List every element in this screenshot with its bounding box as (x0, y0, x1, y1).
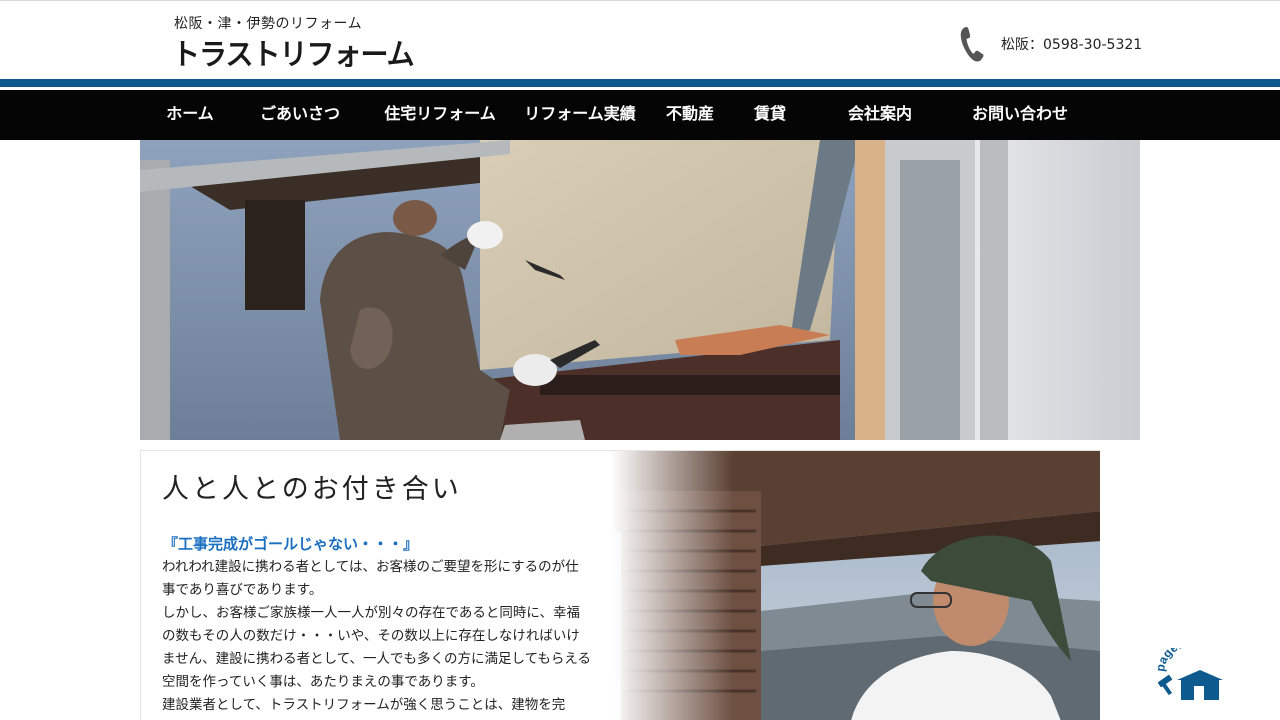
body-paragraph: われわれ建設に携わる者としては、お客様のご要望を形にするのが仕事であり喜びであり… (162, 559, 579, 598)
global-nav: ホーム ごあいさつ 住宅リフォーム リフォーム実績 不動産 賃貸 会社案内 お問… (0, 90, 1280, 140)
body-paragraph: 建設業者として、トラストリフォームが強く思うことは、建物を完 (162, 697, 566, 713)
section-body: われわれ建設に携わる者としては、お客様のご要望を形にするのが仕事であり喜びであり… (162, 556, 592, 717)
nav-item-house-reform[interactable]: 住宅リフォーム (375, 90, 505, 140)
site-tagline: 松阪・津・伊勢のリフォーム (174, 16, 363, 32)
nav-item-home[interactable]: ホーム (150, 90, 230, 140)
nav-item-reform-works[interactable]: リフォーム実績 (515, 90, 645, 140)
greeting-section: 人と人とのお付き合い 『工事完成がゴールじゃない・・・』 われわれ建設に携わる者… (140, 450, 1100, 720)
nav-item-greeting[interactable]: ごあいさつ (245, 90, 355, 140)
pagetop-button[interactable]: pagetop (1153, 634, 1235, 704)
section-heading: 人と人とのお付き合い (162, 474, 462, 505)
nav-item-company[interactable]: 会社案内 (830, 90, 930, 140)
nav-item-contact[interactable]: お問い合わせ (960, 90, 1080, 140)
phone-number[interactable]: 松阪：0598-30-5321 (1001, 34, 1142, 54)
body-paragraph: しかし、お客様ご家族様一人一人が別々の存在であると同時に、幸福の数もその人の数だ… (162, 605, 592, 690)
site-header: 松阪・津・伊勢のリフォーム トラストリフォーム 松阪：0598-30-5321 (0, 0, 1280, 79)
section-subheading: 『工事完成がゴールじゃない・・・』 (163, 535, 419, 553)
nav-item-real-estate[interactable]: 不動産 (655, 90, 725, 140)
pagetop-label: pagetop (1153, 634, 1197, 672)
svg-text:pagetop: pagetop (1155, 648, 1197, 672)
hero-photo (140, 140, 1140, 440)
phone-icon (960, 26, 984, 62)
header-accent-bar (0, 79, 1280, 87)
nav-item-rental[interactable]: 賃貸 (740, 90, 800, 140)
site-logo[interactable]: トラストリフォーム (172, 32, 415, 74)
pagetop-house-icon: pagetop (1153, 634, 1223, 700)
worker-photo (611, 451, 1100, 720)
